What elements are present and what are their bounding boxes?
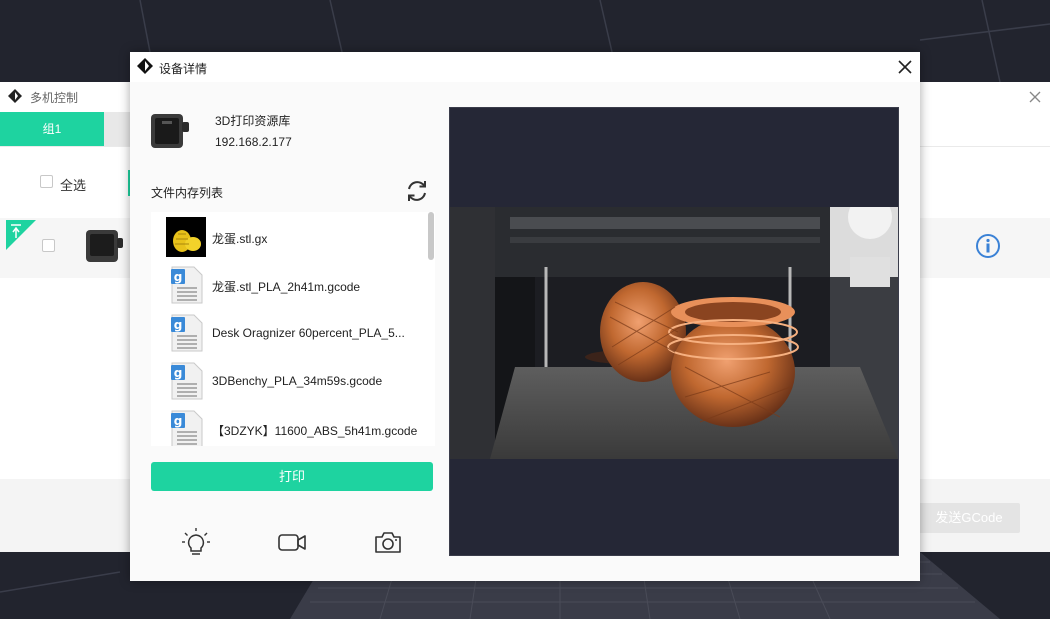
tab-group-1[interactable]: 组1 [0,112,104,146]
gcode-file-icon: g [171,410,203,446]
list-item[interactable]: 龙蛋.stl.gx [151,213,427,261]
file-name: 【3DZYK】11600_ABS_5h41m.gcode [212,424,418,438]
send-gcode-button[interactable]: 发送GCode [918,503,1020,533]
light-bulb-icon[interactable] [181,527,211,557]
file-name: 龙蛋.stl_PLA_2h41m.gcode [212,280,361,294]
file-list[interactable]: 龙蛋.stl.gx g 龙蛋.stl_PLA_2h41m.gcode g Des… [151,212,435,446]
printer-icon [151,114,189,148]
list-item[interactable]: g 【3DZYK】11600_ABS_5h41m.gcode [151,405,427,446]
egg-thumbnail-icon [166,217,206,257]
gcode-file-icon: g [171,362,203,400]
close-icon[interactable] [1026,88,1044,106]
dialog-title: 设备详情 [159,62,208,76]
camera-view-panel [449,107,899,556]
printer-icon [86,230,123,262]
file-name: 3DBenchy_PLA_34m59s.gcode [212,374,383,388]
select-all-checkbox[interactable] [40,175,53,188]
list-item[interactable]: g 3DBenchy_PLA_34m59s.gcode [151,357,427,405]
app-logo-icon [8,89,22,103]
camera-feed-image [450,207,898,459]
multi-control-title: 多机控制 [30,91,79,105]
refresh-icon[interactable] [404,178,430,204]
gcode-file-icon: g [171,314,203,352]
info-icon[interactable] [975,233,1001,259]
file-list-label: 文件内存列表 [151,186,224,200]
device-details-dialog: 设备详情 3D打印资源库 192.168.2.177 文件内存列表 龙蛋.stl… [130,52,920,581]
pin-top-icon[interactable] [6,220,36,250]
svg-text:g: g [174,318,183,332]
list-item[interactable]: g Desk Oragnizer 60percent_PLA_5... [151,309,427,357]
print-button[interactable]: 打印 [151,462,433,491]
svg-text:g: g [174,414,183,428]
row-checkbox[interactable] [42,239,55,252]
photo-camera-icon[interactable] [373,527,403,557]
tab-group-2[interactable] [104,112,132,146]
svg-text:g: g [174,366,183,380]
device-name: 3D打印资源库 [215,114,291,128]
list-item[interactable]: g 龙蛋.stl_PLA_2h41m.gcode [151,261,427,309]
file-name: 龙蛋.stl.gx [212,232,268,246]
app-logo-icon [137,58,153,74]
dialog-titlebar: 设备详情 [130,52,920,82]
svg-text:g: g [174,270,183,284]
close-icon[interactable] [896,58,914,76]
device-ip: 192.168.2.177 [215,135,292,149]
gcode-file-icon: g [171,266,203,304]
file-name: Desk Oragnizer 60percent_PLA_5... [212,326,405,340]
select-all-label: 全选 [60,178,87,193]
scrollbar-thumb[interactable] [428,212,434,260]
video-camera-icon[interactable] [277,527,307,557]
